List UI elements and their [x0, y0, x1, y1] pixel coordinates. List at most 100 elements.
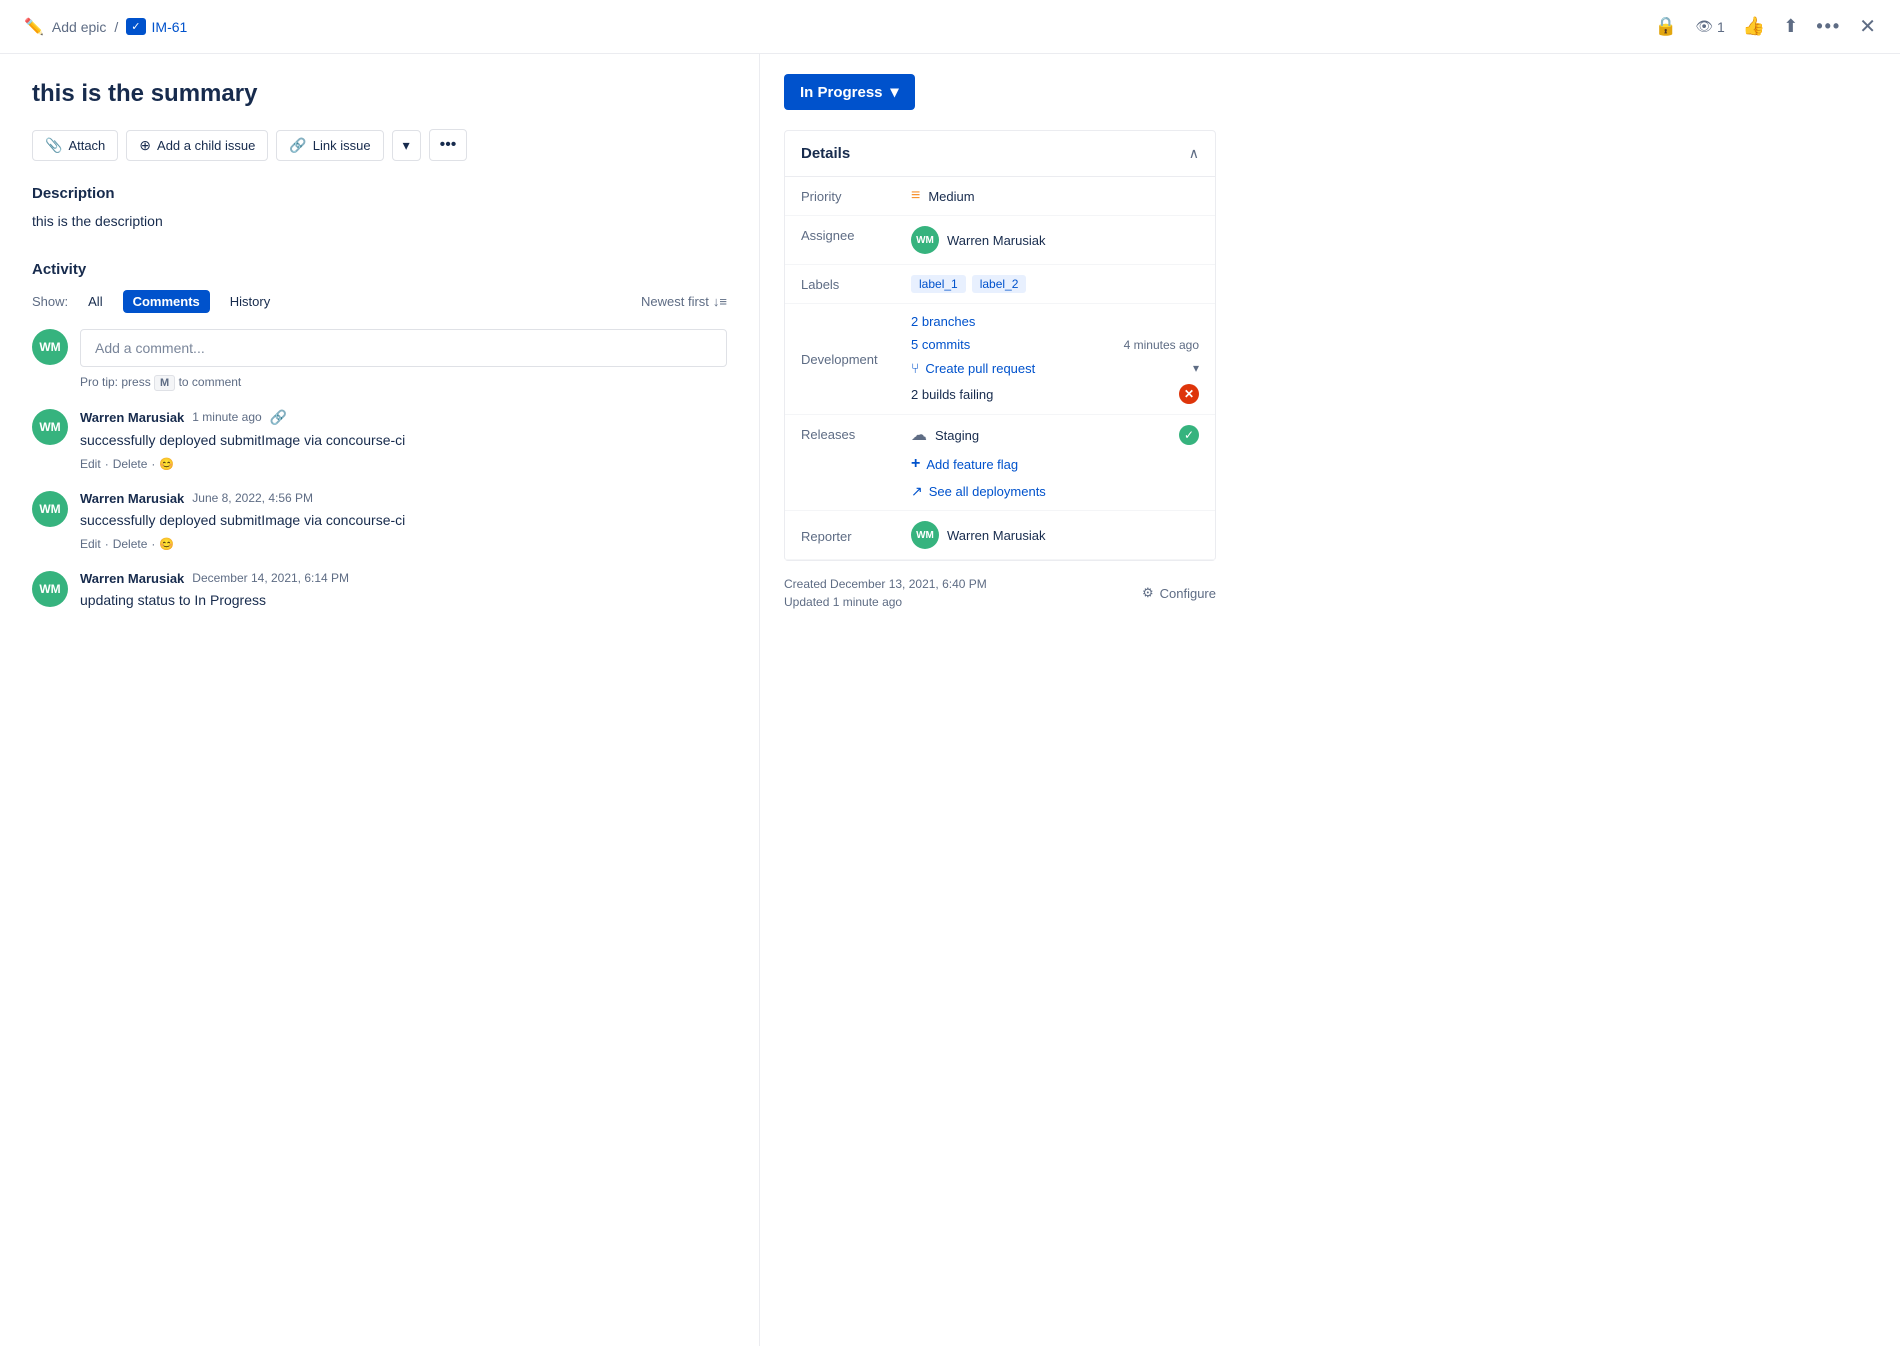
assignee-value[interactable]: WM Warren Marusiak — [911, 226, 1199, 254]
comment-body: Warren Marusiak 1 minute ago 🔗 successfu… — [80, 409, 727, 471]
branches-item[interactable]: 2 branches — [911, 314, 1199, 329]
reporter-name: Warren Marusiak — [947, 528, 1045, 543]
comment-meta: Warren Marusiak 1 minute ago 🔗 — [80, 409, 727, 426]
development-section: Development 2 branches 5 commits 4 minut… — [785, 304, 1215, 415]
filter-comments-button[interactable]: Comments — [123, 290, 210, 313]
attach-button[interactable]: 📎 Attach — [32, 130, 118, 161]
builds-failing-text: 2 builds failing — [911, 387, 993, 402]
react-button[interactable]: 😊 — [159, 457, 174, 471]
close-icon: ✕ — [1859, 14, 1876, 39]
plus-icon: + — [911, 455, 920, 473]
details-title: Details — [801, 145, 850, 162]
filter-all-button[interactable]: All — [78, 290, 112, 313]
see-all-deployments-button[interactable]: ↗ See all deployments — [911, 483, 1199, 500]
gear-icon: ⚙ — [1142, 585, 1154, 601]
builds-fail-icon[interactable]: ✕ — [1179, 384, 1199, 404]
priority-label: Priority — [801, 187, 911, 204]
avatar: WM — [32, 491, 68, 527]
builds-row: 2 builds failing ✕ — [911, 384, 1199, 404]
commits-row: 5 commits 4 minutes ago — [911, 337, 1199, 352]
comment-item: WM Warren Marusiak June 8, 2022, 4:56 PM… — [32, 491, 727, 551]
newest-first-label: Newest first — [641, 294, 709, 309]
reporter-label: Reporter — [801, 527, 911, 544]
pencil-icon: ✏️ — [24, 17, 44, 37]
details-collapse-icon[interactable]: ∧ — [1189, 145, 1199, 162]
development-label: Development — [801, 352, 911, 367]
priority-icon: ≡ — [911, 187, 920, 205]
left-panel: this is the summary 📎 Attach ⊕ Add a chi… — [0, 54, 760, 1346]
comment-time: December 14, 2021, 6:14 PM — [192, 571, 349, 585]
issue-id[interactable]: ✓ IM-61 — [126, 18, 187, 35]
updated-date: Updated 1 minute ago — [784, 595, 987, 609]
more-actions-icon: ••• — [440, 136, 457, 153]
cloud-icon: ☁ — [911, 425, 927, 445]
chevron-down-icon: ▾ — [403, 137, 410, 153]
more-actions-button[interactable]: ••• — [429, 129, 468, 161]
show-label: Show: — [32, 294, 68, 309]
react-button[interactable]: 😊 — [159, 537, 174, 551]
add-child-label: Add a child issue — [157, 138, 255, 153]
status-chevron-icon: ▾ — [891, 82, 899, 102]
comment-time: June 8, 2022, 4:56 PM — [192, 491, 313, 505]
activity-filter-bar: Show: All Comments History Newest first … — [32, 290, 727, 313]
attach-label: Attach — [68, 138, 105, 153]
activity-title: Activity — [32, 261, 727, 278]
close-button[interactable]: ✕ — [1859, 14, 1876, 39]
footer-dates: Created December 13, 2021, 6:40 PM Updat… — [784, 577, 987, 609]
created-date: Created December 13, 2021, 6:40 PM — [784, 577, 987, 591]
label-tag-1[interactable]: label_1 — [911, 275, 966, 293]
comment-body: Warren Marusiak June 8, 2022, 4:56 PM su… — [80, 491, 727, 551]
add-feature-label: Add feature flag — [926, 457, 1018, 472]
create-pr-chevron-icon: ▾ — [1193, 361, 1199, 375]
share-button[interactable]: ⬆ — [1783, 16, 1798, 37]
link-issue-button[interactable]: 🔗 Link issue — [276, 130, 383, 161]
link-issue-label: Link issue — [313, 138, 371, 153]
comment-input[interactable]: Add a comment... — [80, 329, 727, 367]
assignee-label: Assignee — [801, 226, 911, 243]
priority-text: Medium — [928, 189, 974, 204]
issue-id-label: IM-61 — [152, 19, 188, 35]
comment-item: WM Warren Marusiak December 14, 2021, 6:… — [32, 571, 727, 617]
configure-button[interactable]: ⚙ Configure — [1142, 585, 1216, 601]
status-button[interactable]: In Progress ▾ — [784, 74, 915, 110]
watch-button[interactable]: 👁 1 — [1695, 18, 1725, 35]
lock-button[interactable]: 🔒 — [1655, 16, 1677, 37]
status-label: In Progress — [800, 84, 883, 101]
assignee-name: Warren Marusiak — [947, 233, 1045, 248]
thumbsup-button[interactable]: 👍 — [1743, 16, 1765, 37]
edit-comment-button[interactable]: Edit — [80, 457, 101, 471]
staging-success-icon: ✓ — [1179, 425, 1199, 445]
more-button[interactable]: ••• — [1816, 16, 1841, 37]
label-tag-2[interactable]: label_2 — [972, 275, 1027, 293]
create-pr-button[interactable]: ⑂ Create pull request — [911, 360, 1035, 376]
staging-name[interactable]: ☁ Staging — [911, 425, 979, 445]
comment-text: updating status to In Progress — [80, 590, 727, 611]
reporter-value[interactable]: WM Warren Marusiak — [911, 521, 1199, 549]
comment-link-icon[interactable]: 🔗 — [270, 409, 287, 426]
dropdown-button[interactable]: ▾ — [392, 130, 421, 161]
reporter-row: Reporter WM Warren Marusiak — [785, 511, 1215, 560]
avatar: WM — [32, 571, 68, 607]
add-child-issue-button[interactable]: ⊕ Add a child issue — [126, 130, 268, 161]
delete-comment-button[interactable]: Delete — [113, 537, 148, 551]
labels-value: label_1 label_2 — [911, 275, 1199, 293]
attach-icon: 📎 — [45, 137, 62, 154]
comment-author: Warren Marusiak — [80, 491, 184, 506]
add-epic-link[interactable]: Add epic — [52, 19, 106, 35]
description-title: Description — [32, 185, 727, 202]
add-feature-flag-button[interactable]: + Add feature flag — [911, 455, 1199, 473]
edit-comment-button[interactable]: Edit — [80, 537, 101, 551]
current-user-avatar: WM — [32, 329, 68, 365]
commits-count[interactable]: 5 commits — [911, 337, 970, 352]
link-icon: 🔗 — [289, 137, 306, 154]
newest-first-toggle[interactable]: Newest first ↓≡ — [641, 294, 727, 309]
arrow-icon: ↗ — [911, 483, 923, 500]
comment-meta: Warren Marusiak December 14, 2021, 6:14 … — [80, 571, 727, 586]
delete-comment-button[interactable]: Delete — [113, 457, 148, 471]
filter-history-button[interactable]: History — [220, 290, 280, 313]
description-text: this is the description — [32, 210, 727, 232]
configure-label: Configure — [1160, 586, 1216, 601]
right-panel: In Progress ▾ Details ∧ Priority ≡ Mediu… — [760, 54, 1240, 1346]
comment-body: Warren Marusiak December 14, 2021, 6:14 … — [80, 571, 727, 617]
more-icon: ••• — [1816, 16, 1841, 37]
